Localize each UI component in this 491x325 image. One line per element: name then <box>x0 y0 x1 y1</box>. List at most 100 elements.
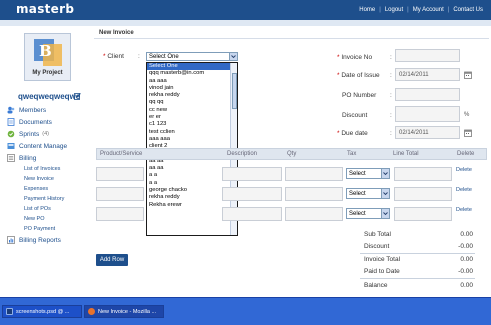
delete-row-link[interactable]: Delete <box>456 207 472 213</box>
billing-subitem-new-invoice[interactable]: New Invoice <box>7 174 89 184</box>
nav-separator: | <box>379 7 381 13</box>
client-label-text: Client <box>107 53 124 60</box>
discount-field[interactable] <box>395 106 460 122</box>
qty-field[interactable] <box>285 167 343 181</box>
add-row-button[interactable]: Add Row <box>96 254 128 266</box>
chevron-down-icon[interactable] <box>381 209 389 218</box>
sidebar: B My Project qweqweqweqwe Members Docume… <box>0 26 92 297</box>
user-name[interactable]: qweqweqweqwe <box>18 92 80 101</box>
client-option[interactable]: aaa aaa <box>147 136 231 143</box>
column-header-delete: Delete <box>457 151 475 157</box>
line-total-field[interactable] <box>394 207 452 221</box>
date-of-issue-label: * Date of Issue <box>337 72 380 79</box>
nav-logout-link[interactable]: Logout <box>385 7 403 13</box>
taskbar-button-firefox[interactable]: New Invoice - Mozilla ... <box>84 305 164 318</box>
billing-subitem-list-of-invoices[interactable]: List of Invoices <box>7 164 89 174</box>
scrollbar-thumb[interactable] <box>232 73 237 109</box>
delete-row-link[interactable]: Delete <box>456 167 472 173</box>
sidebar-item-content-manage[interactable]: Content Manage <box>7 140 89 152</box>
po-number-label: PO Number <box>342 92 377 99</box>
client-option[interactable]: a a <box>147 172 231 179</box>
sidebar-item-members[interactable]: Members <box>7 104 89 116</box>
client-option[interactable]: george chacko <box>147 187 231 194</box>
discount-total-label: Discount <box>364 243 390 250</box>
client-option[interactable]: aa aa <box>147 165 231 172</box>
nav-contact-us-link[interactable]: Contact Us <box>453 7 483 13</box>
taskbar-button-label: New Invoice - Mozilla ... <box>98 308 157 315</box>
main-content: New Invoice * Client : Select One Select… <box>92 26 491 297</box>
chevron-down-icon[interactable] <box>229 53 237 60</box>
po-number-field[interactable] <box>395 88 460 101</box>
delete-row-link[interactable]: Delete <box>456 187 472 193</box>
due-date-field[interactable]: 02/14/2011 <box>395 126 460 139</box>
subtotal-label: Sub Total <box>364 231 391 238</box>
client-option[interactable]: a a <box>147 180 231 187</box>
nav-my-account-link[interactable]: My Account <box>413 7 444 13</box>
documents-icon <box>7 118 15 126</box>
totals-divider <box>360 253 475 254</box>
tax-select-value: Select <box>349 191 366 197</box>
client-option[interactable]: vinod jain <box>147 85 231 92</box>
client-option[interactable]: aa aaa <box>147 78 231 85</box>
sidebar-item-label: Members <box>19 106 47 114</box>
client-option[interactable]: rekha reddy <box>147 194 231 201</box>
tax-select[interactable]: Select <box>346 208 390 219</box>
sidebar-item-billing-reports[interactable]: Billing Reports <box>7 234 89 246</box>
discount-label: Discount <box>342 112 368 119</box>
sprints-icon <box>7 130 15 138</box>
product-field[interactable] <box>96 187 144 201</box>
invoice-no-field[interactable] <box>395 49 460 62</box>
client-option[interactable]: test cclien <box>147 129 231 136</box>
client-option[interactable]: cc new <box>147 107 231 114</box>
billing-subitem-po-payment[interactable]: PO Payment <box>7 224 89 234</box>
qty-field[interactable] <box>285 187 343 201</box>
column-header-description: Description <box>227 151 258 157</box>
billing-subitem-new-po[interactable]: New PO <box>7 214 89 224</box>
product-field[interactable] <box>96 207 144 221</box>
description-field[interactable] <box>222 167 282 181</box>
colon: : <box>390 72 392 79</box>
line-total-field[interactable] <box>394 187 452 201</box>
description-field[interactable] <box>222 207 282 221</box>
client-option[interactable]: qqq masterb@in.com <box>147 70 231 77</box>
colon: : <box>390 54 392 61</box>
date-of-issue-field[interactable]: 02/14/2011 <box>395 68 460 81</box>
balance-value: 0.00 <box>460 282 473 289</box>
edit-icon[interactable] <box>74 92 81 100</box>
calendar-icon[interactable] <box>464 71 472 79</box>
sidebar-item-sprints[interactable]: Sprints (4) <box>7 128 89 140</box>
content-icon <box>7 143 15 149</box>
balance-label: Balance <box>364 282 388 289</box>
sidebar-item-documents[interactable]: Documents <box>7 116 89 128</box>
sidebar-item-billing[interactable]: Billing <box>7 152 89 164</box>
client-option[interactable]: Select One <box>147 63 231 71</box>
line-total-field[interactable] <box>394 167 452 181</box>
description-field[interactable] <box>222 187 282 201</box>
invoice-total-value: 0.00 <box>460 256 473 263</box>
taskbar-button-photoshop[interactable]: screenshots.psd @ ... <box>2 305 82 318</box>
client-option[interactable]: c1 123 <box>147 121 231 128</box>
chevron-down-icon[interactable] <box>381 189 389 198</box>
billing-subitem-payment-history[interactable]: Payment History <box>7 194 89 204</box>
client-option[interactable]: er er <box>147 114 231 121</box>
sidebar-item-label: Sprints <box>19 130 40 138</box>
due-date-label-text: Due date <box>341 130 368 137</box>
client-select-value: Select One <box>149 54 179 60</box>
app-logo[interactable]: masterb <box>16 2 74 16</box>
client-option[interactable]: rekha reddy <box>147 92 231 99</box>
calendar-icon[interactable] <box>464 129 472 137</box>
tax-select[interactable]: Select <box>346 188 390 199</box>
billing-subitem-list-of-pos[interactable]: List of POs <box>7 204 89 214</box>
nav-home-link[interactable]: Home <box>359 7 375 13</box>
tax-select[interactable]: Select <box>346 168 390 179</box>
client-select[interactable]: Select One <box>146 52 238 61</box>
sidebar-nav: Members Documents Sprints (4) Content Ma… <box>7 104 89 246</box>
client-option[interactable]: Rekha erewr <box>147 202 231 209</box>
client-option[interactable]: qq qq <box>147 99 231 106</box>
qty-field[interactable] <box>285 207 343 221</box>
chevron-down-icon[interactable] <box>381 169 389 178</box>
project-card[interactable]: B My Project <box>24 33 71 81</box>
nav-separator: | <box>407 7 409 13</box>
product-field[interactable] <box>96 167 144 181</box>
billing-subitem-expenses[interactable]: Expenses <box>7 184 89 194</box>
